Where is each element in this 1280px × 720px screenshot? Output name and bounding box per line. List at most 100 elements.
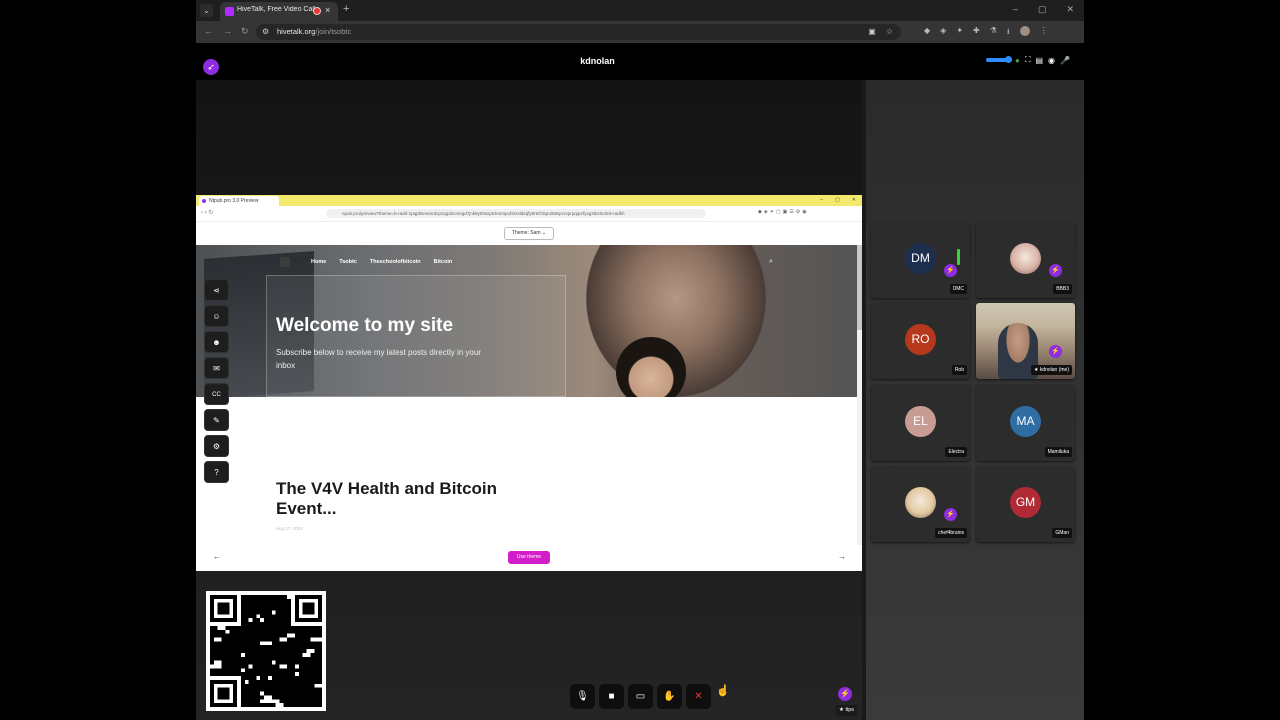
participant-tile[interactable]: ⚡ ★ kdnolan (me) [976, 303, 1075, 379]
chat-icon[interactable]: ✉ [204, 357, 229, 379]
url-host: hivetalk.org [277, 27, 316, 36]
extension-shield-icon[interactable]: ◆ [924, 26, 930, 40]
browser-toolbar: ← → ↻ ⚙ hivetalk.org/join/tsobtc ▣ ☆ ◆ ◈… [196, 21, 1084, 43]
pin-icon[interactable]: ● [1015, 56, 1020, 65]
fullscreen-icon[interactable]: ⛶ [1025, 55, 1031, 65]
window-controls: – ▢ ✕ [1013, 4, 1074, 15]
minimize-button[interactable]: – [1013, 4, 1018, 15]
room-user-name: kdnolan [580, 56, 615, 66]
tab-close-icon[interactable]: × [325, 5, 330, 15]
layout-icon[interactable]: ▤ [1035, 56, 1043, 65]
site-nav-home: Home [311, 259, 327, 265]
site-info-icon[interactable]: ⚙ [262, 27, 272, 37]
participants-panel: DM ⚡ DMC ⚡ BBB3 RO Rob ⚡ ★ kdnolan (me) EL Electra… [866, 80, 1084, 720]
participant-avatar: GM [1010, 487, 1041, 518]
tab-strip: ⌄ HiveTalk, Free Video Calls, M × + – ▢ … [196, 0, 1084, 21]
room-qr-code [206, 591, 326, 711]
tips-bolt-icon[interactable]: ⚡ [838, 687, 852, 701]
settings-icon[interactable]: ⚙ [204, 435, 229, 457]
screen-share-icon[interactable]: ▭ [628, 684, 653, 709]
browser-tab[interactable]: HiveTalk, Free Video Calls, M × [220, 2, 338, 21]
speaking-indicator [957, 249, 960, 265]
site-nav: Home Tsobtc Theschoolofbitcoin Bitcoin [311, 259, 452, 265]
share-icon[interactable]: ⋖ [204, 279, 229, 301]
participant-name: ★ kdnolan (me) [1030, 365, 1072, 375]
app-header: ➶ kdnolan ● ⛶ ▤ ◉ 🎤 [196, 43, 1084, 80]
header-mic-icon[interactable]: 🎤 [1060, 56, 1070, 65]
hero-title: Welcome to my site [276, 315, 454, 336]
omnibox-actions: ▣ ☆ [868, 27, 893, 36]
back-icon[interactable]: ← [204, 26, 213, 36]
participant-avatar [1010, 243, 1041, 274]
hivetalk-favicon-icon [225, 7, 234, 16]
tips-button[interactable]: ★ tips [836, 705, 858, 716]
url-text: hivetalk.org/join/tsobtc [277, 27, 351, 36]
camera-icon[interactable]: ■ [599, 684, 624, 709]
participant-tile[interactable]: MA Mamiluka [976, 385, 1075, 461]
next-arrow-icon: → [838, 552, 846, 561]
participant-tile[interactable]: DM ⚡ DMC [871, 222, 970, 298]
prev-arrow-icon: ← [213, 552, 221, 561]
tab-title: HiveTalk, Free Video Calls, M [237, 6, 315, 13]
participant-name: Rob [951, 365, 967, 375]
mic-icon[interactable]: 🎙 [570, 684, 595, 709]
tab-search-icon[interactable]: ⌄ [200, 4, 213, 17]
captions-icon[interactable]: CC [204, 383, 229, 405]
raise-hand-icon[interactable]: ✋ [657, 684, 682, 709]
use-theme-button: Use theme [508, 551, 550, 564]
reload-icon[interactable]: ↻ [241, 26, 249, 37]
qr-code-image [210, 595, 322, 707]
side-toolbar: ⋖ ☺ ☻ ✉ CC ✎ ⚙ ? [204, 279, 229, 483]
profile-avatar[interactable] [1019, 26, 1030, 36]
participant-avatar: DM [905, 243, 936, 274]
extensions-area: ◆ ◈ ✦ ✚ ⚗ ⭳ ⋮ [924, 26, 1048, 40]
participant-tile[interactable]: GM GMan [976, 466, 1075, 542]
lightning-zap-icon[interactable]: ⚡ [944, 508, 957, 521]
new-tab-button[interactable]: + [343, 3, 349, 15]
address-bar[interactable]: ⚙ hivetalk.org/join/tsobtc ▣ ☆ [256, 24, 901, 40]
participant-name: chef4brains [935, 528, 967, 538]
post-title: The V4V Health and Bitcoin Event... [276, 479, 498, 518]
lightning-zap-icon[interactable]: ⚡ [944, 264, 957, 277]
mouse-cursor-icon: ☝ [716, 685, 730, 697]
shared-toolbar: ‹ › ↻ npub.pro/preview?theme=b-radd-1pqp… [196, 206, 862, 222]
bookmark-star-icon[interactable]: ☆ [886, 27, 893, 36]
recording-icon [313, 7, 321, 15]
participant-tile[interactable]: ⚡ chef4brains [871, 466, 970, 542]
extension-two-icon[interactable]: ◈ [940, 26, 946, 40]
whiteboard-icon[interactable]: ✎ [204, 409, 229, 431]
shared-window-controls: – ▢ ✕ [820, 197, 856, 203]
main-stage: Ntpub.pro 3.0 Preview – ▢ ✕ ‹ › ↻ npub.pro… [196, 80, 862, 720]
record-icon[interactable]: ◉ [1048, 56, 1055, 65]
participant-name: Mamiluka [1044, 447, 1072, 457]
site-nav-tsobtc: Tsobtc [339, 259, 357, 265]
forward-icon[interactable]: → [223, 26, 232, 36]
participant-name: Electra [945, 447, 967, 457]
camera-permission-icon[interactable]: ▣ [868, 27, 876, 36]
shared-tabbar: Ntpub.pro 3.0 Preview – ▢ ✕ [196, 195, 862, 206]
participant-tile[interactable]: ⚡ BBB3 [976, 222, 1075, 298]
download-icon[interactable]: ⭳ [1007, 26, 1010, 40]
participant-tile[interactable]: EL Electra [871, 385, 970, 461]
url-path: /join/tsobtc [315, 27, 352, 36]
shared-screen: Ntpub.pro 3.0 Preview – ▢ ✕ ‹ › ↻ npub.pro… [196, 195, 862, 571]
participant-avatar: MA [1010, 406, 1041, 437]
volume-slider[interactable] [986, 56, 1012, 63]
lightning-zap-icon[interactable]: ⚡ [1049, 345, 1062, 358]
extensions-puzzle-icon[interactable]: ✚ [973, 26, 980, 40]
participant-tile[interactable]: RO Rob [871, 303, 970, 379]
shared-extensions-icon: ◆◈✦▢▣☰⚙◉ [758, 209, 809, 215]
site-logo-icon [280, 257, 290, 267]
lightning-zap-icon[interactable]: ⚡ [1049, 264, 1062, 277]
participant-name: BBB3 [1053, 284, 1072, 294]
menu-dots-icon[interactable]: ⋮ [1040, 26, 1048, 40]
maximize-button[interactable]: ▢ [1038, 4, 1047, 15]
close-window-button[interactable]: ✕ [1066, 4, 1074, 15]
help-icon[interactable]: ? [204, 461, 229, 483]
emoji-alt-icon[interactable]: ☻ [204, 331, 229, 353]
hero-subtitle: Subscribe below to receive my latest pos… [276, 348, 481, 370]
labs-flask-icon[interactable]: ⚗ [990, 26, 997, 40]
leave-call-icon[interactable]: ✕ [686, 684, 711, 709]
extension-three-icon[interactable]: ✦ [956, 26, 963, 40]
emoji-icon[interactable]: ☺ [204, 305, 229, 327]
